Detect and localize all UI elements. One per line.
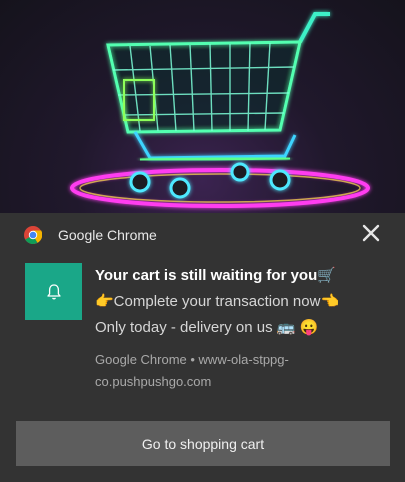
notification-body-line-1: 👉Complete your transaction now👈 [95, 293, 340, 310]
close-icon[interactable] [361, 223, 381, 243]
chrome-icon [24, 226, 42, 244]
notification-card[interactable]: Google Chrome Your cart is still waiting… [0, 213, 405, 482]
notification-body-line-2: Only today - delivery on us 🚌 😛 [95, 319, 319, 336]
notification-thumbnail [25, 263, 82, 320]
notification-header: Google Chrome [24, 223, 157, 247]
go-to-shopping-cart-button[interactable]: Go to shopping cart [16, 421, 390, 466]
app-name: Google Chrome [58, 227, 157, 243]
bell-icon [46, 283, 61, 299]
shopping-cart-neon-image [70, 12, 370, 208]
notification-source: Google Chrome • www-ola-stppg-co.pushpus… [95, 352, 289, 389]
notification-title: Your cart is still waiting for you🛒 [95, 267, 336, 284]
hero-image [0, 0, 405, 213]
